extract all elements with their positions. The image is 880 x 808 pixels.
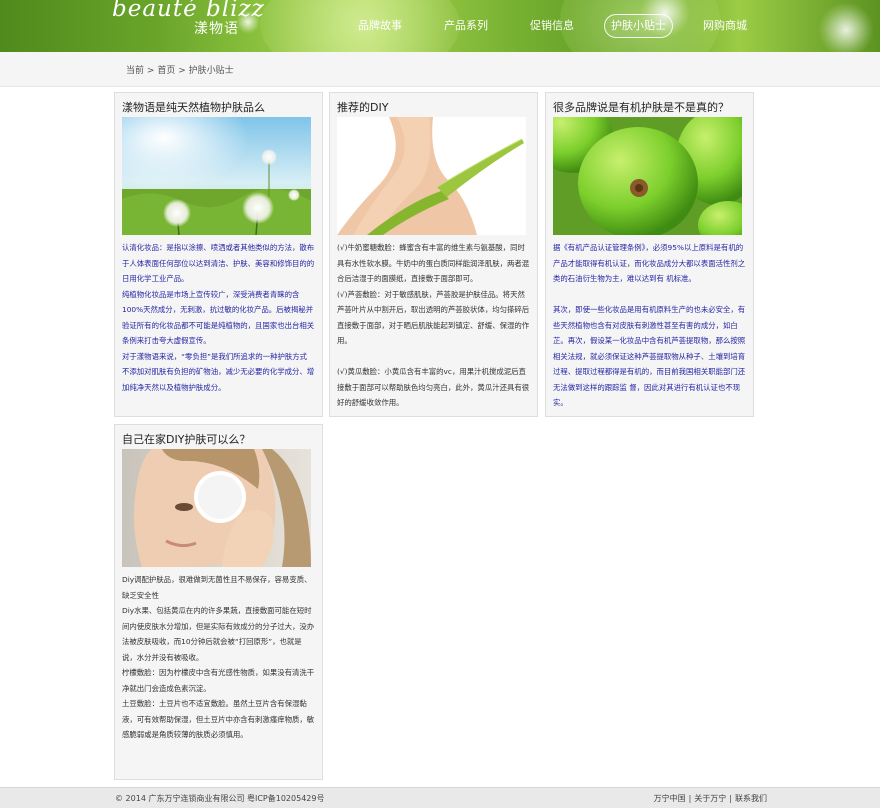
article-body: 据《有机产品认证管理条例》，必须95%以上原料是有机的产品才能取得有机认证，而化… — [553, 240, 746, 411]
article-paragraph: (√)芦荟敷脸：对于敏感肌肤，芦荟胶是护肤佳品。将天然芦荟叶片从中割开后，取出透… — [337, 289, 530, 346]
footer-separator: | — [729, 794, 732, 803]
nav-item-promotions[interactable]: 促销信息 — [530, 15, 574, 37]
dandelion-field-photo[interactable] — [122, 117, 311, 235]
footer-link-contact[interactable]: 联系我们 — [735, 794, 767, 803]
footer-link-about[interactable]: 关于万宁 — [694, 794, 726, 803]
footer-separator: | — [688, 794, 692, 803]
article-card: 推荐的DIY (√)牛奶蜜糖敷脸：蜂蜜含有丰富的维生素与氨基酸，同时具有水性软水… — [329, 92, 538, 417]
article-body: (√)牛奶蜜糖敷脸：蜂蜜含有丰富的维生素与氨基酸，同时具有水性软水膜。牛奶中的蛋… — [337, 240, 530, 411]
site-header: beauté blizz 漾物语 品牌故事 产品系列 促销信息 护肤小贴士 网购… — [0, 0, 880, 52]
article-card: 很多品牌说是有机护肤是不是真的？ 据《有机产品认证管理条例》，必须95%以上原料… — [545, 92, 754, 417]
article-title[interactable]: 很多品牌说是有机护肤是不是真的？ — [553, 99, 729, 115]
article-paragraph: (√)牛奶蜜糖敷脸：蜂蜜含有丰富的维生素与氨基酸，同时具有水性软水膜。牛奶中的蛋… — [337, 243, 530, 283]
woman-cotton-pad-photo[interactable] — [122, 449, 311, 567]
woman-shoulder-leaf-photo[interactable] — [337, 117, 526, 235]
article-paragraph: (√)黄瓜敷脸：小黄瓜含有丰富的vc，用果汁机搅成泥后直接敷于面部可以帮助肤色均… — [337, 367, 530, 407]
article-title[interactable]: 推荐的DIY — [337, 99, 388, 115]
breadcrumb-separator: > — [146, 66, 155, 76]
main-nav: 品牌故事 产品系列 促销信息 护肤小贴士 网购商城 — [0, 14, 880, 39]
article-card: 漾物语是纯天然植物护肤品么 认清化妆品：是指以涂擦、喷洒或者其他类似的方法，散布… — [114, 92, 323, 417]
site-footer: © 2014 广东万宁连锁商业有限公司 粤ICP备10205429号 万宁中国 |… — [0, 787, 880, 808]
breadcrumb-separator: > — [178, 66, 186, 76]
article-paragraph: 柠檬敷脸：因为柠檬皮中含有光感性物质，如果没有清洗干净就出门会造成色素沉淀。 — [122, 668, 315, 693]
article-paragraph: 认清化妆品：是指以涂擦、喷洒或者其他类似的方法，散布于人体表面任何部位以达到清洁… — [122, 243, 315, 283]
footer-links: 万宁中国 | 关于万宁 | 联系我们 — [654, 793, 767, 804]
breadcrumb-bar: 当前 > 首页 > 护肤小贴士 — [0, 52, 880, 87]
article-title[interactable]: 漾物语是纯天然植物护肤品么 — [122, 99, 265, 115]
breadcrumb-prefix: 当前 — [126, 66, 145, 76]
article-card: 自己在家DIY护肤可以么？ Diy调配护肤品，很难做到无菌性且不易保存，容易变质… — [114, 424, 323, 780]
article-paragraph: 不添加对肌肤有负担的矿物油，减少无必要的化学成分、增加纯净天然以及植物护肤成分。 — [122, 367, 315, 392]
footer-link-watsons-china[interactable]: 万宁中国 — [654, 794, 686, 803]
article-paragraph — [553, 287, 746, 303]
article-title[interactable]: 自己在家DIY护肤可以么？ — [122, 431, 250, 447]
breadcrumb-home-link[interactable]: 首页 — [157, 66, 175, 76]
article-body: 认清化妆品：是指以涂擦、喷洒或者其他类似的方法，散布于人体表面任何部位以达到清洁… — [122, 240, 315, 395]
breadcrumb-current-page: 护肤小贴士 — [188, 66, 234, 76]
nav-item-online-store[interactable]: 网购商城 — [703, 15, 747, 37]
article-paragraph: 据《有机产品认证管理条例》，必须95%以上原料是有机的产品才能取得有机认证，而化… — [553, 243, 746, 283]
nav-item-brand-story[interactable]: 品牌故事 — [358, 15, 402, 37]
article-paragraph: 对于漾物语来说，“零负担”是我们所追求的一种护肤方式 — [122, 351, 308, 361]
article-paragraph: 其次，即使一些化妆品是用有机原料生产的也未必安全，有些天然植物也含有对皮肤有刺激… — [553, 305, 746, 407]
article-paragraph: 纯植物化妆品是市场上宣传较广，深受消费者青睐的含100%天然成分，无刺激，抗过敏… — [122, 289, 315, 346]
article-paragraph: 土豆敷脸：土豆片也不适宜敷脸。虽然土豆片含有保湿黏液，可有效帮助保湿，但土豆片中… — [122, 699, 315, 739]
nav-item-skincare-tips[interactable]: 护肤小贴士 — [604, 14, 673, 38]
nav-item-product-series[interactable]: 产品系列 — [444, 15, 488, 37]
breadcrumb: 当前 > 首页 > 护肤小贴士 — [126, 63, 234, 76]
green-fruit-photo[interactable] — [553, 117, 742, 235]
article-paragraph — [337, 349, 530, 365]
article-paragraph: Diy调配护肤品，很难做到无菌性且不易保存，容易变质、缺乏安全性 — [122, 575, 312, 600]
article-paragraph: Diy水果、包括黄瓜在内的许多果蔬，直接敷面可能在短时间内使皮肤水分增加，但是实… — [122, 606, 315, 662]
article-body: Diy调配护肤品，很难做到无菌性且不易保存，容易变质、缺乏安全性 Diy水果、包… — [122, 572, 315, 743]
copyright-text: © 2014 广东万宁连锁商业有限公司 粤ICP备10205429号 — [115, 794, 325, 803]
